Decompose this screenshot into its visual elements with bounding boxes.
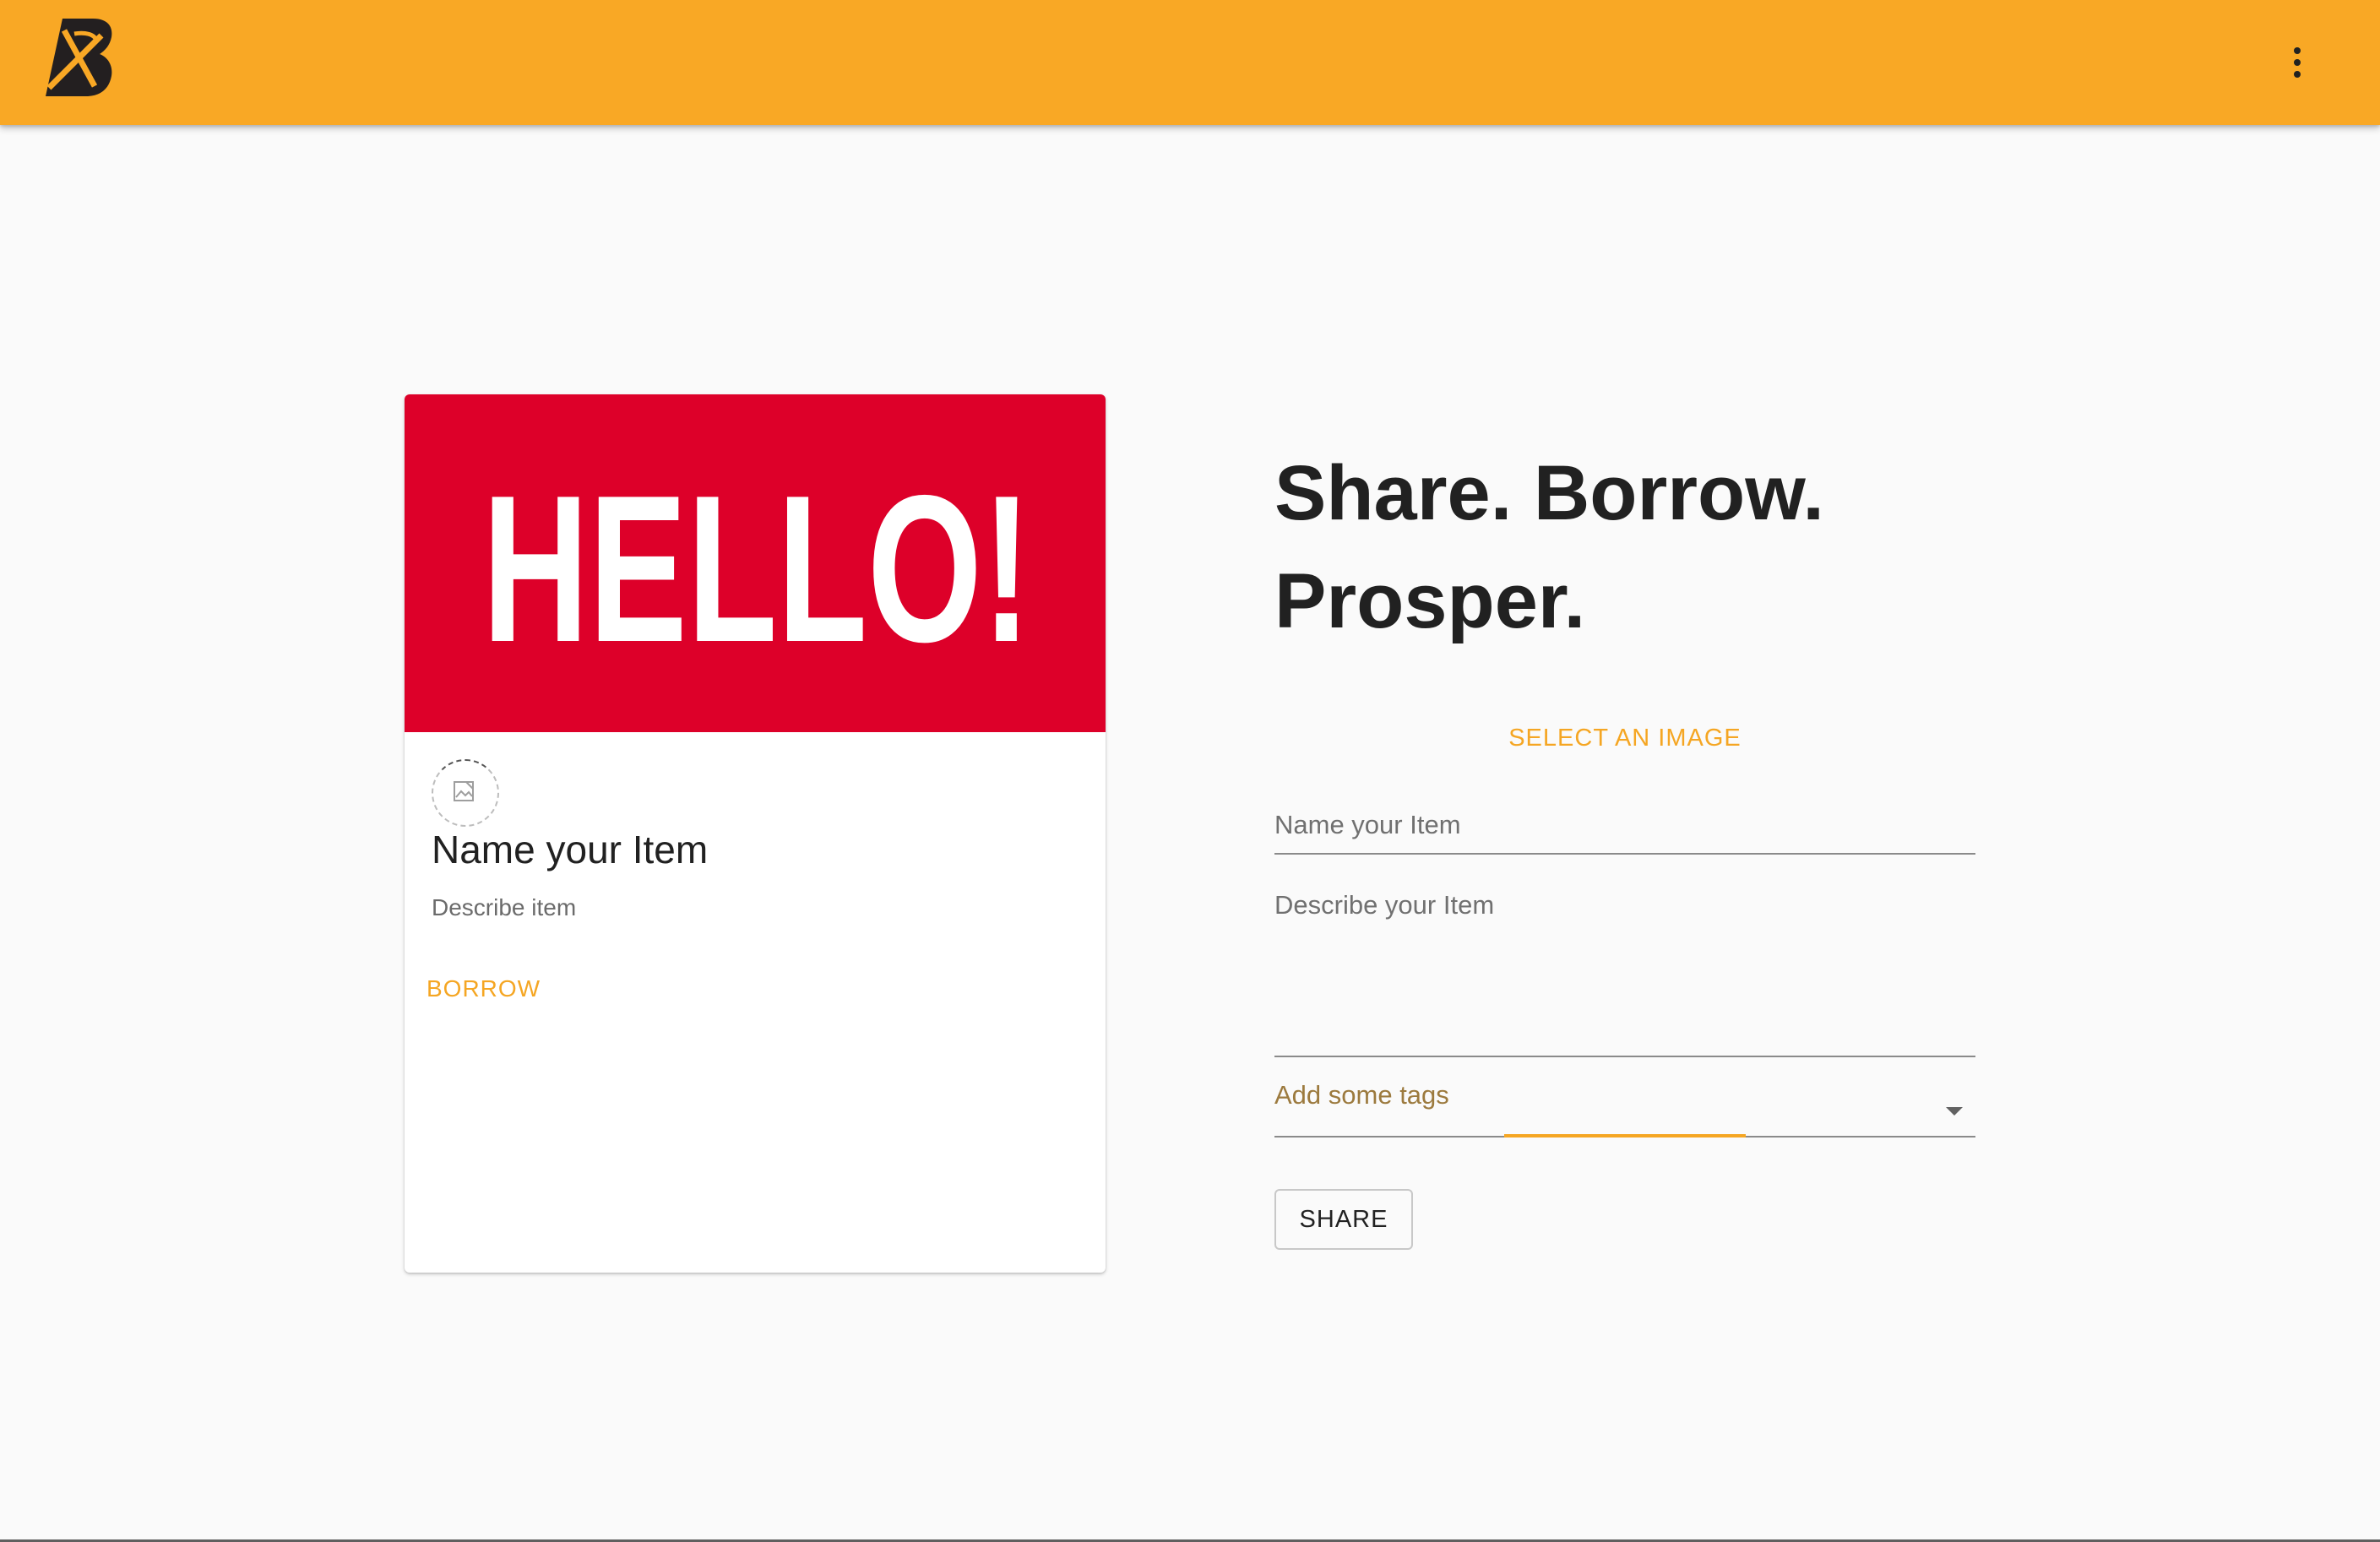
menu-dot	[2294, 47, 2301, 54]
item-name-input[interactable]: Name your Item	[1274, 806, 1975, 855]
select-image-button[interactable]: SELECT AN IMAGE	[1274, 725, 1975, 752]
borrow-button[interactable]: BORROW	[427, 975, 541, 1002]
share-button[interactable]: SHARE	[1274, 1189, 1413, 1250]
item-preview-card: HELLO! Name your Item Describe item BORR…	[405, 394, 1106, 1273]
menu-dot	[2294, 71, 2301, 78]
tags-select[interactable]: Add some tags	[1274, 1077, 1975, 1137]
arrow-drop-down-icon[interactable]	[1946, 1107, 1963, 1116]
hello-magazine-logo: HELLO!	[482, 479, 1031, 648]
boomtown-b-logo-icon[interactable]	[46, 19, 113, 96]
menu-dot	[2294, 59, 2301, 66]
card-item-description: Describe item	[432, 894, 577, 920]
card-item-title: Name your Item	[432, 828, 709, 871]
more-vert-icon[interactable]	[2280, 37, 2314, 88]
item-image: HELLO!	[405, 394, 1106, 732]
app-bar	[0, 0, 2380, 125]
headline-line-1: Share. Borrow.	[1274, 450, 1824, 536]
tags-focus-indicator	[1504, 1134, 1746, 1137]
item-name-label: Name your Item	[1274, 810, 1461, 839]
page-headline: Share. Borrow. Prosper.	[1274, 439, 1916, 655]
headline-line-2: Prosper.	[1274, 558, 1586, 644]
owner-avatar	[432, 759, 499, 827]
broken-image-icon	[454, 781, 474, 801]
item-description-label: Describe your Item	[1274, 890, 1495, 920]
tags-label: Add some tags	[1274, 1080, 1449, 1110]
svg-text:HELLO!: HELLO!	[482, 479, 1031, 648]
item-description-textarea[interactable]: Describe your Item	[1274, 887, 1975, 1057]
